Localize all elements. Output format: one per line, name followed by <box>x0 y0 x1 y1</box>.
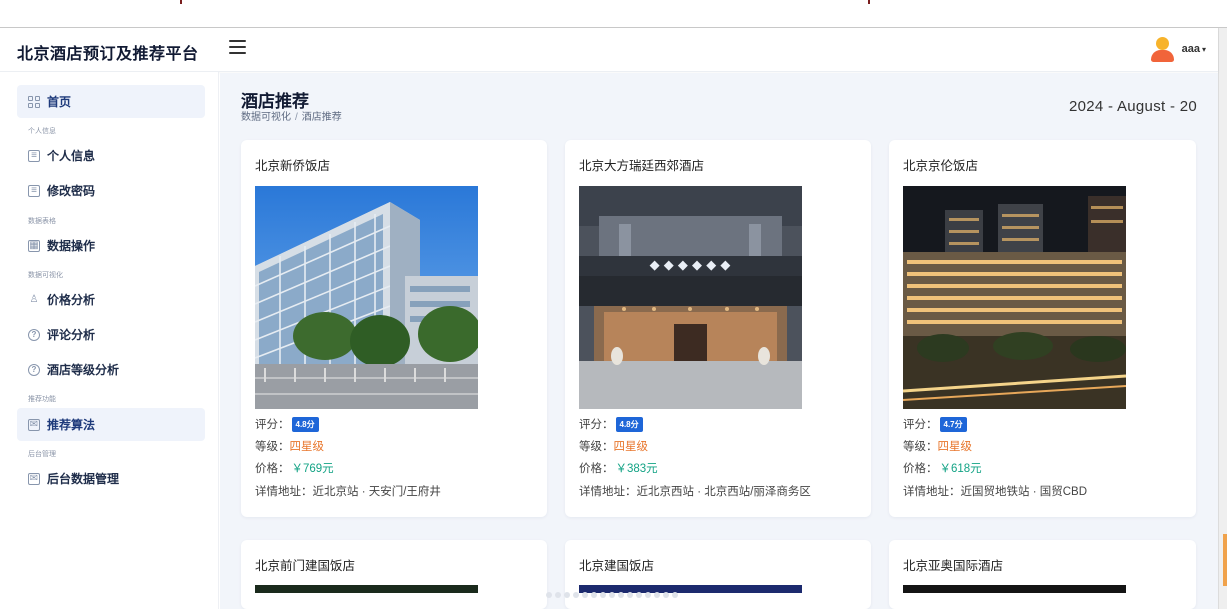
grade-value: 四星级 <box>937 441 973 453</box>
sidebar-item-recommend[interactable]: ✉ 推荐算法 <box>17 408 205 441</box>
hotel-address: 详情地址：近国贸地铁站 · 国贸CBD <box>903 486 1088 498</box>
svg-text:◆ ◆ ◆ ◆ ◆ ◆: ◆ ◆ ◆ ◆ ◆ ◆ <box>650 258 731 273</box>
sidebar-item-label: 数据操作 <box>47 239 96 253</box>
hotel-card[interactable]: 北京前门建国饭店 <box>241 540 547 609</box>
menu-toggle-icon[interactable] <box>229 40 246 54</box>
sidebar-item-label: 个人信息 <box>47 149 96 163</box>
hotel-image[interactable] <box>903 186 1126 409</box>
hotel-rating: 评分： 4.8分 <box>255 416 319 432</box>
rating-badge: 4.8分 <box>615 417 643 432</box>
sidebar-section-label: 数据可视化 <box>28 272 63 279</box>
hotel-address: 详情地址：近北京站 · 天安门/王府井 <box>255 486 441 498</box>
hotel-name[interactable]: 北京大方瑞廷西郊酒店 <box>579 155 704 174</box>
hotel-card[interactable]: 北京新侨饭店 评分： 4.8分 等级：四星级 价格： ￥769元 详情地址：近北… <box>241 140 547 517</box>
address-value: 近北京西站 · 北京西站/丽泽商务区 <box>636 486 811 498</box>
hotel-grade: 等级：四星级 <box>579 441 649 453</box>
sidebar-item-hotel-grade-analysis[interactable]: ? 酒店等级分析 <box>17 353 205 386</box>
id-card-icon: ≡ <box>28 149 40 162</box>
user-icon: ♙ <box>29 294 39 305</box>
question-circle-icon: ? <box>28 363 40 376</box>
page-scrollbar[interactable] <box>1218 28 1227 609</box>
document-icon: ≡ <box>28 184 40 197</box>
app-header: 北京酒店预订及推荐平台 aaa ▾ <box>0 28 1218 72</box>
user-menu[interactable]: aaa ▾ <box>1150 36 1206 62</box>
price-value: ￥618元 <box>939 463 982 475</box>
sidebar-item-price-analysis[interactable]: ♙ 价格分析 <box>17 283 205 316</box>
sidebar-item-label: 推荐算法 <box>47 418 96 432</box>
date-display: 2024 - August - 20 <box>1069 98 1197 115</box>
hotel-name[interactable]: 北京亚奥国际酒店 <box>903 555 1003 574</box>
hotel-name[interactable]: 北京建国饭店 <box>579 555 654 574</box>
hotel-name[interactable]: 北京京伦饭店 <box>903 155 978 174</box>
sidebar-section-label: 推荐功能 <box>28 396 56 403</box>
sidebar: 首页 个人信息 ≡ 个人信息 ≡ 修改密码 数据表格 ▦ 数据操作 数据可视化 … <box>0 72 219 609</box>
sidebar-item-label: 修改密码 <box>47 184 96 198</box>
hotel-card[interactable]: 北京京伦饭店 评分： 4.7分 等级：四星级 价格： ￥618元 详情地址：近国贸地… <box>889 140 1196 517</box>
hotel-address: 详情地址：近北京西站 · 北京西站/丽泽商务区 <box>579 486 811 498</box>
sidebar-item-home[interactable]: 首页 <box>17 85 205 118</box>
hotel-price: 价格： ￥618元 <box>903 463 982 475</box>
app-title: 北京酒店预订及推荐平台 <box>17 46 199 63</box>
sidebar-item-change-password[interactable]: ≡ 修改密码 <box>17 174 205 207</box>
sidebar-item-admin-data[interactable]: ✉ 后台数据管理 <box>17 462 205 495</box>
sidebar-item-data-operation[interactable]: ▦ 数据操作 <box>17 229 205 262</box>
table-icon: ▦ <box>28 239 40 252</box>
dashboard-icon <box>28 95 40 108</box>
sidebar-item-comment-analysis[interactable]: ? 评论分析 <box>17 318 205 351</box>
hotel-image[interactable]: ◆ ◆ ◆ ◆ ◆ ◆ <box>579 186 802 409</box>
sidebar-item-label: 后台数据管理 <box>47 472 120 486</box>
chevron-down-icon[interactable]: ▾ <box>1202 45 1206 54</box>
hotel-name[interactable]: 北京新侨饭店 <box>255 155 330 174</box>
hotel-rating: 评分： 4.8分 <box>579 416 643 432</box>
hotel-image[interactable] <box>903 585 1126 593</box>
browser-top-strip <box>0 0 1227 28</box>
sidebar-item-label: 酒店等级分析 <box>47 363 120 377</box>
floating-side-widget[interactable] <box>1223 534 1227 586</box>
price-value: ￥383元 <box>615 463 658 475</box>
breadcrumb-current: 酒店推荐 <box>301 112 342 123</box>
username[interactable]: aaa <box>1182 43 1200 55</box>
address-value: 近国贸地铁站 · 国贸CBD <box>960 486 1088 498</box>
hotel-name[interactable]: 北京前门建国饭店 <box>255 555 355 574</box>
breadcrumb-item[interactable]: 数据可视化 <box>241 112 291 123</box>
breadcrumb: 数据可视化 / 酒店推荐 <box>241 108 342 123</box>
hotel-price: 价格： ￥769元 <box>255 463 334 475</box>
price-value: ￥769元 <box>291 463 334 475</box>
hotel-card[interactable]: 北京亚奥国际酒店 <box>889 540 1196 609</box>
hotel-rating: 评分： 4.7分 <box>903 416 967 432</box>
question-circle-icon: ? <box>28 328 40 341</box>
mail-icon: ✉ <box>28 418 40 431</box>
hotel-image[interactable] <box>255 585 478 593</box>
sidebar-section-label: 后台管理 <box>28 451 56 458</box>
hotel-grade: 等级：四星级 <box>255 441 325 453</box>
breadcrumb-separator: / <box>295 112 298 123</box>
tab-strip-mark <box>180 0 182 4</box>
hotel-grade: 等级：四星级 <box>903 441 973 453</box>
grade-value: 四星级 <box>289 441 325 453</box>
hotel-card[interactable]: 北京大方瑞廷西郊酒店 ◆ ◆ ◆ ◆ ◆ ◆ 评分： 4.8分 等级：四星级 价格… <box>565 140 871 517</box>
sidebar-section-label: 数据表格 <box>28 218 56 225</box>
hotel-card[interactable]: 北京建国饭店 <box>565 540 871 609</box>
sidebar-item-label: 价格分析 <box>47 293 96 307</box>
avatar[interactable] <box>1150 36 1174 62</box>
sidebar-item-profile[interactable]: ≡ 个人信息 <box>17 139 205 172</box>
hotel-image[interactable] <box>255 186 478 409</box>
sidebar-section-label: 个人信息 <box>28 128 56 135</box>
grade-value: 四星级 <box>613 441 649 453</box>
rating-badge: 4.8分 <box>291 417 319 432</box>
scroll-indicator <box>546 592 678 598</box>
address-value: 近北京站 · 天安门/王府井 <box>312 486 441 498</box>
sidebar-item-label: 评论分析 <box>47 328 96 342</box>
main-content: 酒店推荐 数据可视化 / 酒店推荐 2024 - August - 20 北京新侨饭… <box>220 73 1218 609</box>
mail-icon: ✉ <box>28 472 40 485</box>
hotel-price: 价格： ￥383元 <box>579 463 658 475</box>
tab-strip-mark <box>868 0 870 4</box>
rating-badge: 4.7分 <box>939 417 967 432</box>
sidebar-item-label: 首页 <box>47 95 72 109</box>
